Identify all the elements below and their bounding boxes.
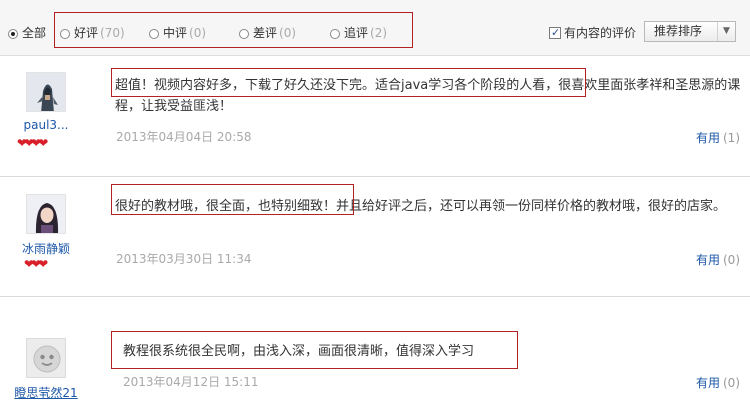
useful-vote[interactable]: 有用 (0) xyxy=(696,251,740,268)
filter-negative[interactable]: 差评 (0) xyxy=(239,25,296,41)
filter-neutral-label: 中评 xyxy=(163,26,188,40)
review-filter-bar: 全部 好评(70) 中评(0) 差评(0) 追评(2) 有内容的评价 推荐排序 … xyxy=(0,0,750,56)
reviewer-rank-hearts: ❤❤❤❤ xyxy=(17,136,49,150)
filter-neutral-count: (0) xyxy=(189,26,207,40)
reviewer-name[interactable]: 瞪思茕然21 xyxy=(0,384,92,401)
content-only-label: 有内容的评价 xyxy=(564,26,637,40)
chevron-down-icon[interactable]: ▼ xyxy=(717,22,735,41)
useful-vote[interactable]: 有用 (0) xyxy=(696,374,740,391)
filter-negative-label: 差评 xyxy=(253,26,278,40)
content-only-toggle[interactable]: 有内容的评价 xyxy=(549,25,636,41)
radio-neutral[interactable] xyxy=(149,29,159,39)
useful-button[interactable]: 有用 xyxy=(696,253,720,267)
useful-button[interactable]: 有用 xyxy=(696,376,720,390)
radio-all[interactable] xyxy=(8,29,18,39)
filter-neutral[interactable]: 中评 (0) xyxy=(149,25,206,41)
avatar[interactable] xyxy=(26,194,66,234)
filter-positive[interactable]: 好评 (70) xyxy=(60,25,125,41)
review-content: 教程很系统很全民啊，由浅入深，画面很清晰，值得深入学习 xyxy=(123,344,475,359)
avatar-hooded-figure-icon xyxy=(27,73,65,111)
review-date: 2013年03月30日 11:34 xyxy=(116,252,252,266)
filter-negative-count: (0) xyxy=(279,26,297,40)
heart-icon: ❤ xyxy=(38,257,49,271)
review-content: 超值！视频内容好多，下载了好久还没下完。适合java学习各个阶段的人看，很喜欢里… xyxy=(115,78,741,114)
sort-select-value: 推荐排序 xyxy=(654,24,703,38)
review-divider xyxy=(0,296,750,297)
avatar[interactable] xyxy=(26,338,66,378)
filter-followup-count: (2) xyxy=(370,26,388,40)
filter-positive-count: (70) xyxy=(100,26,125,40)
review-divider xyxy=(0,176,750,177)
filter-all-label: 全部 xyxy=(22,26,47,40)
filter-all[interactable]: 全部 xyxy=(8,25,46,41)
useful-button[interactable]: 有用 xyxy=(696,131,720,145)
sort-select[interactable]: 推荐排序 ▼ xyxy=(644,21,736,42)
reviewer-name[interactable]: paul3... xyxy=(0,118,92,132)
useful-count: (1) xyxy=(723,131,740,145)
filter-followup-label: 追评 xyxy=(344,26,369,40)
review-date: 2013年04月04日 20:58 xyxy=(116,130,252,144)
radio-followup[interactable] xyxy=(330,29,340,39)
useful-count: (0) xyxy=(723,376,740,390)
radio-negative[interactable] xyxy=(239,29,249,39)
review-content: 很好的教材哦，很全面，也特别细致！并且给好评之后，还可以再领一份同样价格的教材哦… xyxy=(115,199,727,214)
useful-count: (0) xyxy=(723,253,740,267)
filter-positive-label: 好评 xyxy=(74,26,99,40)
heart-icon: ❤ xyxy=(38,136,49,150)
avatar[interactable] xyxy=(26,72,66,112)
reviewer-rank-hearts: ❤❤❤ xyxy=(24,257,49,271)
reviewer-name[interactable]: 冰雨静颖 xyxy=(0,240,92,257)
filter-followup[interactable]: 追评 (2) xyxy=(330,25,387,41)
useful-vote[interactable]: 有用 (1) xyxy=(696,129,740,146)
radio-positive[interactable] xyxy=(60,29,70,39)
review-date: 2013年04月12日 15:11 xyxy=(123,375,259,389)
default-avatar-icon xyxy=(27,339,65,377)
content-only-checkbox[interactable] xyxy=(549,25,561,41)
avatar-girl-icon xyxy=(27,195,65,233)
